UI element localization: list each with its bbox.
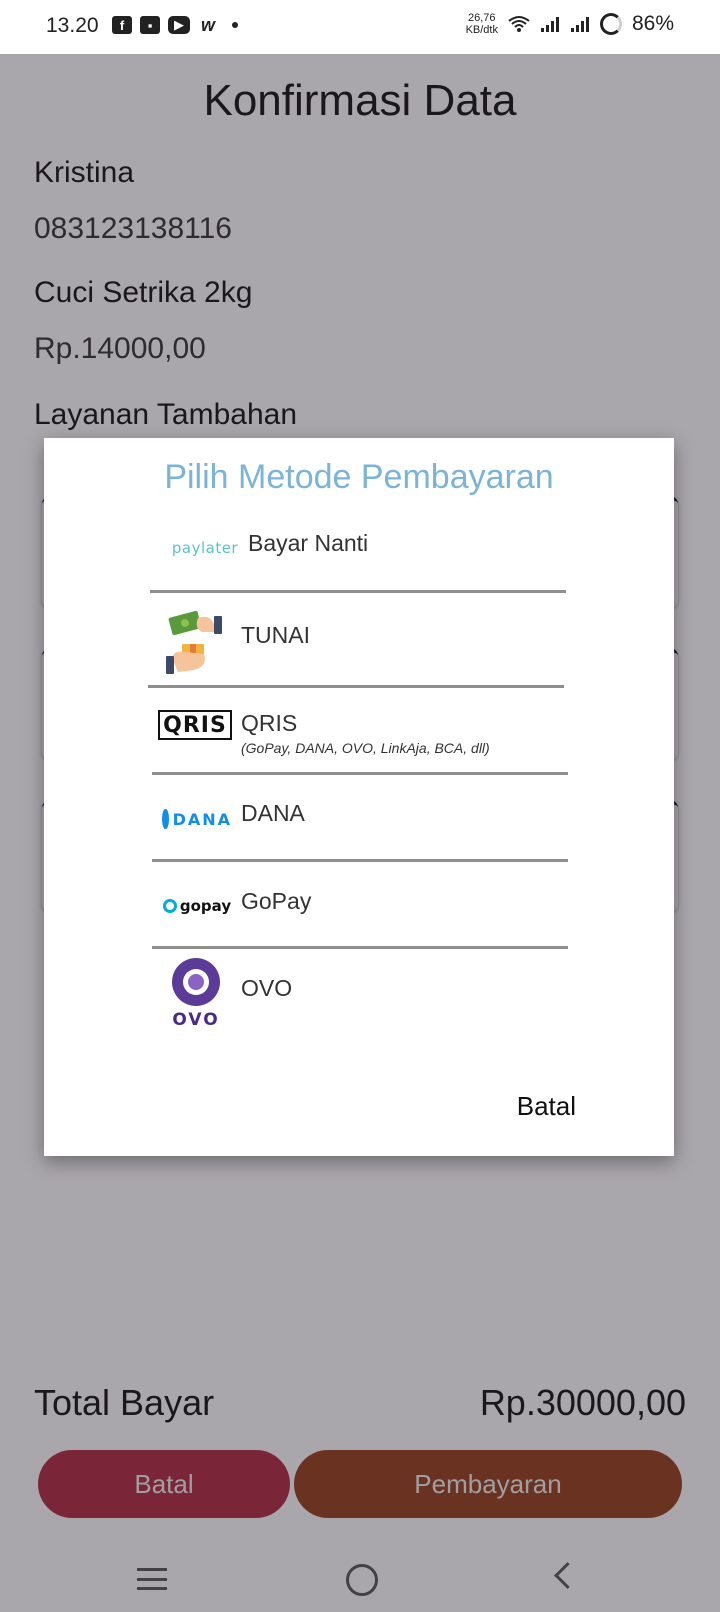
option-tunai[interactable]: TUNAI bbox=[241, 622, 310, 649]
store-icon: ▪ bbox=[140, 16, 160, 34]
cash-hands-icon bbox=[166, 610, 222, 674]
signal-icon bbox=[570, 17, 589, 32]
dana-logo: DANA bbox=[162, 808, 232, 830]
divider bbox=[150, 590, 566, 593]
speed-value: 26,76 bbox=[468, 12, 496, 24]
qris-logo: QRIS bbox=[158, 710, 232, 740]
status-time: 13.20 bbox=[46, 14, 99, 37]
dana-logo-text: DANA bbox=[172, 809, 232, 829]
divider bbox=[152, 772, 568, 775]
option-gopay[interactable]: GoPay bbox=[241, 888, 311, 915]
option-ovo[interactable]: OVO bbox=[241, 975, 292, 1002]
battery-percent: 86% bbox=[631, 12, 674, 35]
option-dana[interactable]: DANA bbox=[241, 800, 305, 827]
dialog-cancel-button[interactable]: Batal bbox=[517, 1091, 576, 1122]
dot-icon bbox=[232, 22, 238, 28]
option-bayar-nanti[interactable]: Bayar Nanti bbox=[248, 530, 368, 557]
ovo-icon bbox=[172, 958, 220, 1006]
youtube-icon: ▶ bbox=[168, 16, 190, 34]
ovo-logo-text: OVO bbox=[172, 1010, 220, 1030]
network-speed: 26,76 KB/dtk bbox=[466, 12, 498, 36]
battery-ring-icon bbox=[599, 13, 622, 35]
payment-method-dialog: Pilih Metode Pembayaran paylater Bayar N… bbox=[44, 438, 674, 1156]
dialog-title: Pilih Metode Pembayaran bbox=[164, 458, 554, 496]
option-qris[interactable]: QRIS bbox=[241, 710, 297, 737]
qris-sublabel: (GoPay, DANA, OVO, LinkAja, BCA, dll) bbox=[241, 740, 490, 756]
signal-icon bbox=[540, 17, 559, 32]
divider bbox=[148, 685, 564, 688]
notification-icons: f ▪ ▶ w bbox=[112, 14, 238, 35]
ovo-logo: OVO bbox=[170, 958, 222, 1030]
facebook-icon: f bbox=[112, 16, 132, 34]
wifi-icon bbox=[508, 16, 530, 32]
divider bbox=[152, 859, 568, 862]
dana-icon bbox=[162, 809, 169, 829]
gopay-logo-text: gopay bbox=[179, 897, 232, 915]
system-status: 26,76 KB/dtk 86% bbox=[466, 12, 674, 36]
paylater-logo: paylater bbox=[171, 539, 239, 557]
status-bar: 13.20 f ▪ ▶ w 26,76 KB/dtk 86% bbox=[0, 0, 720, 54]
w-icon: w bbox=[200, 14, 215, 35]
speed-unit: KB/dtk bbox=[465, 24, 498, 36]
divider bbox=[152, 946, 568, 949]
gopay-icon bbox=[162, 899, 177, 913]
gopay-logo: gopay bbox=[162, 896, 232, 916]
